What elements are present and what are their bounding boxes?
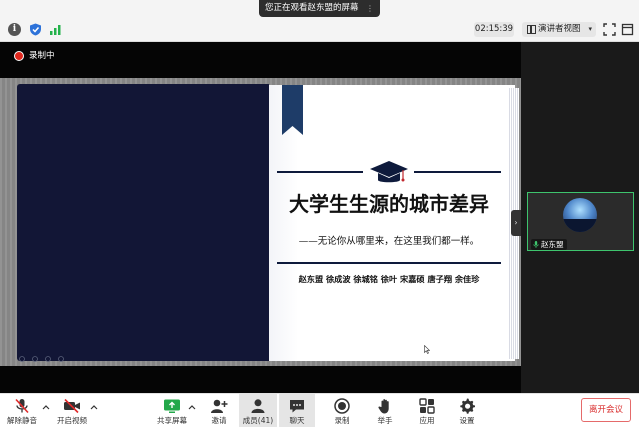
layout-icon <box>527 25 536 34</box>
unmute-label: 解除静音 <box>7 416 37 425</box>
network-signal-icon[interactable] <box>49 23 62 36</box>
speaker-view-button[interactable]: 演讲者视图 ▾ <box>522 22 596 37</box>
avatar <box>563 198 597 232</box>
share-banner: 您正在观看赵东盟的屏幕 ⋮ <box>0 0 639 17</box>
raise-hand-label: 举手 <box>377 416 393 425</box>
author-divider <box>277 262 501 264</box>
chevron-up-icon[interactable] <box>188 404 196 410</box>
chevron-down-icon[interactable]: ⋮ <box>366 0 374 17</box>
record-dot-icon <box>14 51 24 61</box>
collapse-gallery-handle[interactable]: › <box>511 210 521 236</box>
title-bar: i 02:15:39 演讲者视图 ▾ <box>0 17 639 42</box>
slide-subtitle: ——无论你从哪里来，在这里我们都一样。 <box>298 236 480 247</box>
microphone-muted-icon <box>15 398 29 414</box>
slide-title: 大学生生源的城市差异 <box>289 192 489 216</box>
camera-off-icon <box>64 398 80 414</box>
presentation-controls-icon <box>19 356 64 362</box>
apps-label: 应用 <box>419 416 435 425</box>
slide-authors: 赵东盟 徐成波 徐城铭 徐叶 宋嘉硕 唐子翔 余佳珍 <box>298 274 480 284</box>
info-icon[interactable]: i <box>8 23 21 36</box>
settings-label: 设置 <box>459 416 475 425</box>
apps-button[interactable]: 应用 <box>410 394 444 427</box>
view-label: 演讲者视图 <box>538 24 581 34</box>
leave-meeting-button[interactable]: 离开会议 <box>581 398 631 422</box>
meeting-timer: 02:15:39 <box>474 22 514 37</box>
share-screen-icon <box>164 399 180 413</box>
members-icon <box>251 399 265 413</box>
slide-left-page <box>17 84 269 361</box>
members-label: 成员(41) <box>242 416 274 425</box>
share-screen-label: 共享屏幕 <box>157 416 187 425</box>
graduation-cap-icon <box>370 161 408 183</box>
record-label: 录制 <box>334 416 350 425</box>
raise-hand-button[interactable]: 举手 <box>368 394 402 427</box>
start-video-label: 开启视频 <box>57 416 87 425</box>
gear-icon <box>460 398 475 414</box>
apps-grid-icon <box>419 398 435 414</box>
share-screen-button[interactable]: 共享屏幕 <box>154 394 190 427</box>
unmute-button[interactable]: 解除静音 <box>2 394 42 427</box>
meeting-toolbar: 解除静音 开启视频 共享屏幕 邀请 成员(41) 聊天 录制 举手 应用 设置 … <box>0 393 639 427</box>
add-user-icon <box>211 399 228 413</box>
chat-button[interactable]: 聊天 <box>279 394 315 427</box>
microphone-icon <box>533 241 539 248</box>
recording-label: 录制中 <box>29 51 55 61</box>
participant-name: 赵东盟 <box>531 239 567 250</box>
record-icon <box>334 398 350 414</box>
chat-label: 聊天 <box>289 416 305 425</box>
title-rule-left <box>277 171 363 173</box>
start-video-button[interactable]: 开启视频 <box>52 394 92 427</box>
share-banner-text: 您正在观看赵东盟的屏幕 <box>265 3 359 13</box>
chevron-up-icon[interactable] <box>42 404 50 410</box>
bookmark-ribbon-icon <box>282 85 303 135</box>
record-button[interactable]: 录制 <box>325 394 359 427</box>
chevron-up-icon[interactable] <box>90 404 98 410</box>
meeting-window: 您正在观看赵东盟的屏幕 ⋮ i 02:15:39 演讲者视图 ▾ 录制中 大学生… <box>0 0 639 427</box>
title-rule-right <box>414 171 501 173</box>
expand-window-icon[interactable] <box>621 23 634 36</box>
recording-indicator[interactable]: 录制中 <box>14 50 55 62</box>
members-button[interactable]: 成员(41) <box>239 394 277 427</box>
invite-button[interactable]: 邀请 <box>202 394 236 427</box>
mouse-cursor-icon <box>424 345 430 354</box>
shield-icon[interactable] <box>29 23 42 36</box>
slide-right-page <box>269 85 515 361</box>
chevron-down-icon: ▾ <box>588 25 592 33</box>
raise-hand-icon <box>378 399 389 414</box>
fullscreen-icon[interactable] <box>603 23 616 36</box>
settings-button[interactable]: 设置 <box>450 394 484 427</box>
participant-name-label: 赵东盟 <box>541 240 564 249</box>
chat-icon <box>290 400 304 413</box>
invite-label: 邀请 <box>211 416 227 425</box>
share-banner-pill[interactable]: 您正在观看赵东盟的屏幕 ⋮ <box>259 0 380 17</box>
